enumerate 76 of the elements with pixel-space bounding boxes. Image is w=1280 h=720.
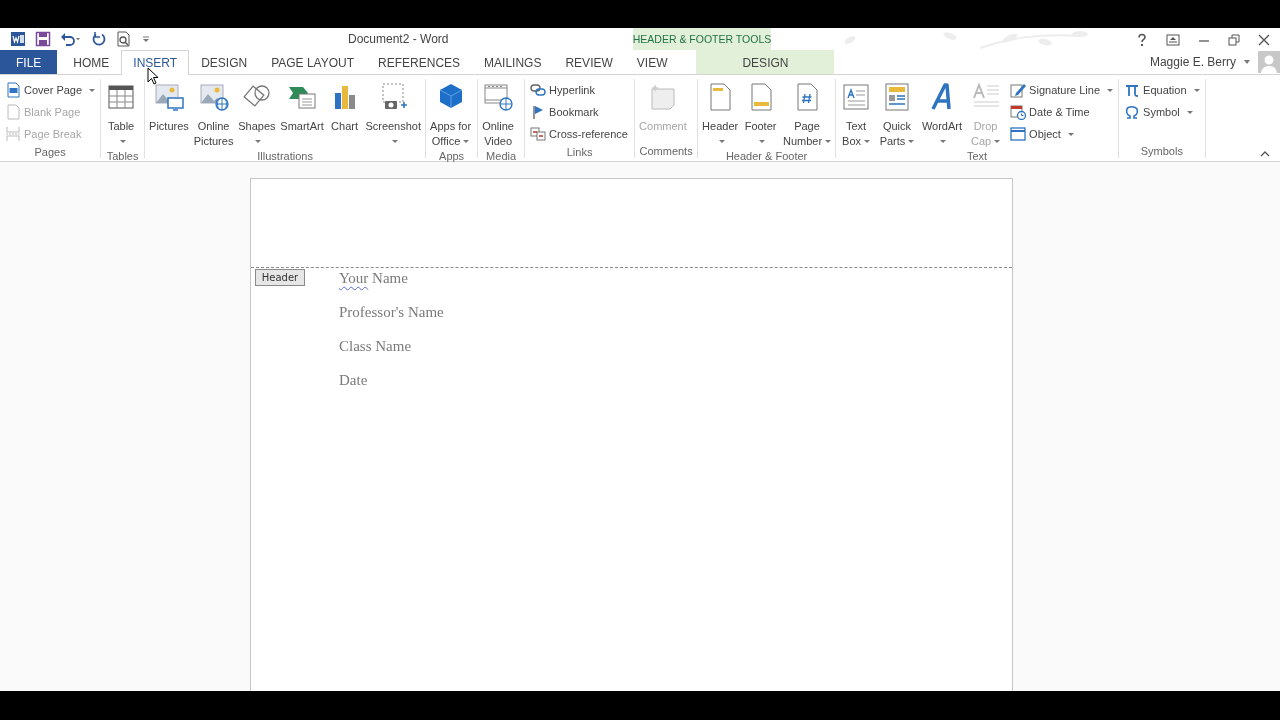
- header-tag: Header: [255, 269, 305, 286]
- ribbon-tab[interactable]: VIEW: [624, 50, 680, 74]
- picture-icon: [152, 81, 185, 113]
- ribbon-button[interactable]: Online Pictures: [191, 79, 236, 149]
- window-title: Document2 - Word: [348, 32, 449, 46]
- group-label: Pages: [33, 145, 67, 159]
- ribbon-tab[interactable]: REFERENCES: [366, 50, 473, 74]
- ribbon-button[interactable]: Page Number: [780, 79, 834, 149]
- restore-icon[interactable]: [1228, 34, 1240, 46]
- blank-page-icon: [5, 104, 21, 120]
- ribbon-button[interactable]: Hyperlink: [528, 79, 630, 101]
- ribbon-button[interactable]: Online Video: [480, 79, 517, 149]
- online-picture-icon: [197, 81, 230, 113]
- page-break-icon: [5, 126, 21, 142]
- pi-icon: [1124, 82, 1141, 98]
- ribbon-tab[interactable]: REVIEW: [553, 50, 625, 74]
- group-label: Apps: [438, 149, 466, 163]
- save-icon[interactable]: [35, 31, 51, 47]
- header-text-line: Professor's Name: [339, 303, 444, 322]
- close-icon[interactable]: [1258, 34, 1270, 46]
- undo-icon[interactable]: [60, 31, 82, 47]
- cover-page-icon: [5, 82, 21, 98]
- ribbon-button[interactable]: Symbol: [1122, 101, 1202, 123]
- ribbon-button[interactable]: Cross-reference: [528, 123, 630, 145]
- ribbon-display-icon[interactable]: [1166, 34, 1180, 46]
- ribbon-button[interactable]: Shapes: [236, 79, 278, 149]
- ribbon-button[interactable]: Quick Parts: [877, 79, 917, 149]
- ribbon-button[interactable]: Cover Page: [3, 79, 98, 101]
- redo-icon[interactable]: [91, 31, 107, 47]
- group-label: Text: [966, 149, 989, 163]
- ribbon-tab[interactable]: DESIGN: [696, 50, 835, 74]
- ribbon-button[interactable]: WordArt: [919, 79, 964, 149]
- group-label: Symbols: [1139, 144, 1184, 158]
- cross-reference-icon: [530, 126, 547, 142]
- help-icon[interactable]: [1136, 33, 1148, 47]
- ribbon-button[interactable]: Text Box: [838, 79, 875, 149]
- ribbon-button[interactable]: Date & Time: [1008, 101, 1116, 123]
- header-text-line: Your Name: [339, 269, 409, 288]
- ribbon-button[interactable]: Equation: [1122, 79, 1202, 101]
- ribbon-tab[interactable]: HOME: [61, 50, 122, 74]
- ribbon-button[interactable]: Footer: [742, 79, 779, 149]
- ribbon-tab[interactable]: INSERT: [121, 50, 190, 75]
- ribbon-button[interactable]: SmartArt: [278, 79, 326, 134]
- signature-icon: [1010, 82, 1027, 98]
- print-preview-icon[interactable]: [116, 31, 132, 47]
- ribbon-button[interactable]: Screenshot: [363, 79, 424, 149]
- omega-icon: [1124, 104, 1141, 120]
- calendar-clock-icon: [1010, 104, 1027, 120]
- ribbon-button[interactable]: Signature Line: [1008, 79, 1116, 101]
- ribbon-button[interactable]: Table: [103, 79, 140, 149]
- collapse-ribbon-icon[interactable]: [1260, 151, 1270, 157]
- group-label: Tables: [105, 149, 140, 163]
- contextual-tab-label: HEADER & FOOTER TOOLS: [633, 28, 771, 50]
- video-icon: [482, 81, 515, 113]
- ribbon-button[interactable]: Apps for Office: [428, 79, 474, 149]
- group-label: Illustrations: [256, 149, 314, 163]
- user-name[interactable]: Maggie E. Berry: [1149, 55, 1236, 69]
- ribbon-button[interactable]: Chart: [326, 79, 363, 134]
- chain-link-icon: [530, 82, 547, 98]
- ribbon-button[interactable]: Pictures: [147, 79, 191, 134]
- caret-icon[interactable]: [1244, 60, 1250, 64]
- ribbon-tab[interactable]: DESIGN: [189, 50, 260, 74]
- header-text-line: Date: [339, 371, 369, 390]
- group-label: Comments: [638, 144, 694, 158]
- ribbon-button[interactable]: Bookmark: [528, 101, 630, 123]
- group-label: Links: [565, 145, 594, 159]
- ribbon-tab[interactable]: MAILINGS: [472, 50, 554, 74]
- group-label: Header & Footer: [724, 149, 809, 163]
- window-icon: [1010, 126, 1027, 142]
- ribbon-tab[interactable]: PAGE LAYOUT: [259, 50, 367, 74]
- group-label: Media: [485, 149, 518, 163]
- ribbon-button[interactable]: Header: [700, 79, 741, 149]
- word-app-icon[interactable]: [10, 31, 26, 47]
- header-text-line: Class Name: [339, 337, 413, 356]
- file-tab[interactable]: FILE: [0, 50, 58, 74]
- ribbon-button[interactable]: Object: [1008, 123, 1116, 145]
